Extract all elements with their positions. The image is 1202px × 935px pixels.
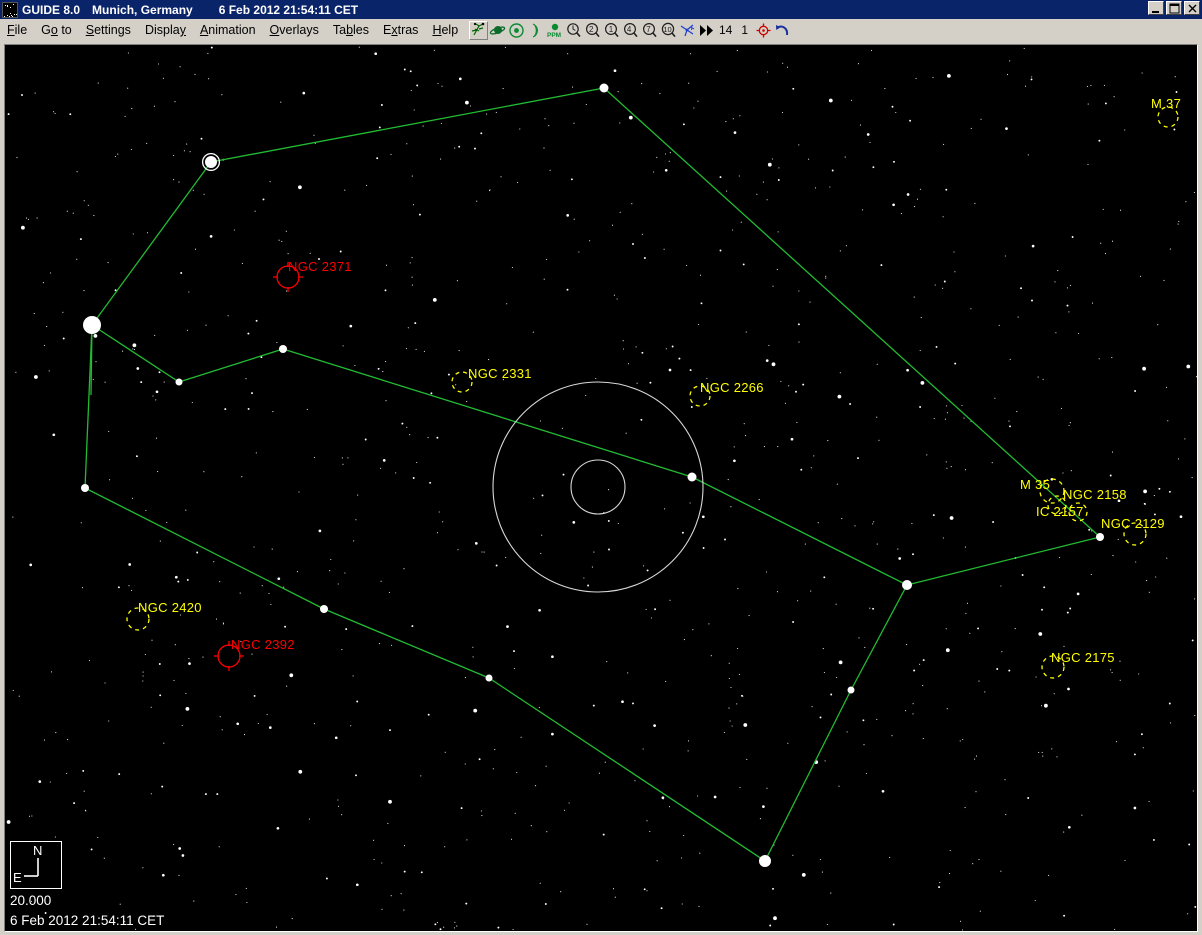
constellation-lines-icon[interactable] bbox=[678, 21, 697, 40]
step-unit-text: 1 bbox=[741, 24, 748, 36]
star-n10 bbox=[759, 855, 771, 867]
fov-circle-1 bbox=[493, 382, 703, 592]
svg-text:4: 4 bbox=[627, 25, 632, 34]
guide-application-window: GUIDE 8.0 Munich, Germany 6 Feb 2012 21:… bbox=[0, 0, 1202, 935]
svg-text:2: 2 bbox=[589, 25, 594, 34]
undo-icon[interactable] bbox=[773, 21, 792, 40]
zoom-level-7-icon[interactable]: 7 bbox=[640, 21, 659, 40]
fov-circle-2 bbox=[571, 460, 625, 514]
zoom-level-4-icon[interactable]: 4 bbox=[621, 21, 640, 40]
dso-label-ngc-2175[interactable]: NGC 2175 bbox=[1051, 651, 1115, 664]
zoom-level-1-icon[interactable]: 1 bbox=[602, 21, 621, 40]
star-n4 bbox=[688, 473, 697, 482]
svg-text:N: N bbox=[33, 843, 42, 858]
app-title: GUIDE 8.0 bbox=[22, 3, 80, 17]
datetime-label: 6 Feb 2012 21:54:11 CET bbox=[219, 3, 358, 17]
compass-rose: N E bbox=[10, 841, 62, 889]
dso-label-ngc-2158[interactable]: NGC 2158 bbox=[1063, 488, 1127, 501]
star-field bbox=[7, 47, 1197, 931]
dso-label-m-35[interactable]: M 35 bbox=[1020, 478, 1050, 491]
ppm-catalog-icon[interactable]: PPM bbox=[545, 21, 564, 40]
constellation-lines bbox=[85, 88, 1100, 861]
chart-time-label: 6 Feb 2012 21:54:11 CET bbox=[10, 914, 164, 928]
menu-animation[interactable]: Animation bbox=[193, 21, 263, 39]
deep-sky-markers bbox=[127, 107, 1178, 678]
menu-goto[interactable]: Go to bbox=[34, 21, 79, 39]
step-count-text: 14 bbox=[719, 24, 732, 36]
star-n8 bbox=[320, 605, 328, 613]
star-n9 bbox=[486, 675, 493, 682]
clock-icon[interactable] bbox=[564, 21, 583, 40]
dso-label-ngc-2266[interactable]: NGC 2266 bbox=[700, 381, 764, 394]
crosshair-icon[interactable] bbox=[754, 21, 773, 40]
sun-icon[interactable] bbox=[507, 21, 526, 40]
menu-display[interactable]: Display bbox=[138, 21, 193, 39]
step-unit-label[interactable]: 1 bbox=[735, 21, 754, 40]
menu-bar: File Go to Settings Display Animation Ov… bbox=[0, 19, 1202, 41]
location-label: Munich, Germany bbox=[92, 3, 193, 17]
dso-label-ngc-2392[interactable]: NGC 2392 bbox=[231, 638, 295, 651]
dso-label-m-37[interactable]: M 37 bbox=[1151, 97, 1181, 110]
star-n2 bbox=[1096, 533, 1104, 541]
dso-label-ic-2157[interactable]: IC 2157 bbox=[1036, 505, 1084, 518]
field-of-view-circles bbox=[493, 382, 703, 592]
dso-label-ngc-2129[interactable]: NGC 2129 bbox=[1101, 517, 1165, 530]
sky-chart-graphics bbox=[5, 45, 1197, 931]
star-castor bbox=[205, 156, 217, 168]
menu-settings[interactable]: Settings bbox=[79, 21, 138, 39]
minimize-button[interactable] bbox=[1148, 1, 1164, 15]
svg-text:PPM: PPM bbox=[547, 32, 561, 39]
star-chart-icon[interactable] bbox=[469, 21, 488, 40]
star-n3 bbox=[902, 580, 912, 590]
menu-file[interactable]: File bbox=[0, 21, 34, 39]
star-n11 bbox=[848, 687, 855, 694]
menu-tables[interactable]: Tables bbox=[326, 21, 376, 39]
sky-chart-canvas[interactable]: M 37 NGC 2371 NGC 2331 NGC 2266 M 35 NGC 2158… bbox=[5, 45, 1197, 931]
star-n5 bbox=[279, 345, 287, 353]
scale-label: 20.000 bbox=[10, 894, 51, 908]
star-n1 bbox=[600, 84, 609, 93]
named-stars bbox=[81, 84, 1104, 868]
maximize-button[interactable] bbox=[1166, 1, 1182, 15]
moon-icon[interactable] bbox=[526, 21, 545, 40]
step-count-label[interactable]: 14 bbox=[716, 21, 735, 40]
toolbar: PPM 2 bbox=[469, 21, 792, 40]
zoom-level-2-icon[interactable]: 2 bbox=[583, 21, 602, 40]
star-pollux bbox=[83, 316, 101, 334]
star-n7 bbox=[81, 484, 89, 492]
close-button[interactable] bbox=[1184, 1, 1200, 15]
star-chart-icon bbox=[2, 2, 18, 18]
sky-chart-panel[interactable]: M 37 NGC 2371 NGC 2331 NGC 2266 M 35 NGC 2158… bbox=[4, 44, 1198, 932]
window-controls bbox=[1148, 1, 1200, 15]
svg-text:E: E bbox=[13, 870, 22, 885]
title-bar: GUIDE 8.0 Munich, Germany 6 Feb 2012 21:… bbox=[0, 0, 1202, 19]
svg-text:7: 7 bbox=[646, 25, 651, 34]
dso-label-ngc-2420[interactable]: NGC 2420 bbox=[138, 601, 202, 614]
svg-text:1: 1 bbox=[609, 25, 614, 34]
star-n6 bbox=[176, 379, 183, 386]
dso-label-ngc-2371[interactable]: NGC 2371 bbox=[288, 260, 352, 273]
svg-text:10: 10 bbox=[664, 25, 672, 34]
menu-extras[interactable]: Extras bbox=[376, 21, 425, 39]
zoom-level-10-icon[interactable]: 10 bbox=[659, 21, 678, 40]
planet-icon[interactable] bbox=[488, 21, 507, 40]
menu-help[interactable]: Help bbox=[425, 21, 465, 39]
dso-label-ngc-2331[interactable]: NGC 2331 bbox=[468, 367, 532, 380]
fast-forward-icon[interactable] bbox=[697, 21, 716, 40]
menu-overlays[interactable]: Overlays bbox=[263, 21, 326, 39]
